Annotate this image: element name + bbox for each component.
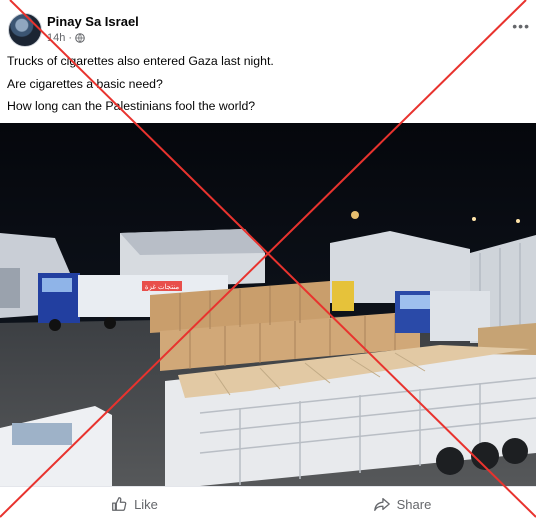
post-line-3: How long can the Palestinians fool the w… (7, 99, 256, 113)
meta-dot: · (68, 32, 73, 44)
globe-icon (75, 33, 85, 43)
share-label: Share (396, 496, 432, 512)
share-button[interactable]: Share (268, 495, 536, 513)
post-meta: 14h · (47, 32, 85, 44)
author-name[interactable]: Pinay Sa Israel (47, 14, 139, 29)
post-photo[interactable]: منتجات غزة (0, 123, 536, 486)
thumbs-up-icon (112, 497, 127, 511)
like-label: Like (134, 496, 158, 512)
photo-sign-text: منتجات غزة (145, 283, 180, 291)
trucks-photo: منتجات غزة (0, 123, 536, 486)
post-line-2: Are cigarettes a basic need? (7, 76, 163, 91)
post-header: Pinay Sa Israel 14h · ••• (0, 0, 536, 52)
post-line-1: Trucks of cigarettes also entered Gaza l… (7, 54, 274, 68)
like-button[interactable]: Like (0, 495, 268, 513)
avatar[interactable] (8, 13, 42, 47)
post-time[interactable]: 14h (47, 32, 65, 44)
share-icon (373, 497, 390, 511)
more-options-button[interactable]: ••• (512, 18, 530, 34)
post-text: Trucks of cigarettes also entered Gaza l… (7, 54, 527, 122)
post-actions-bar: Like Share (0, 486, 536, 521)
